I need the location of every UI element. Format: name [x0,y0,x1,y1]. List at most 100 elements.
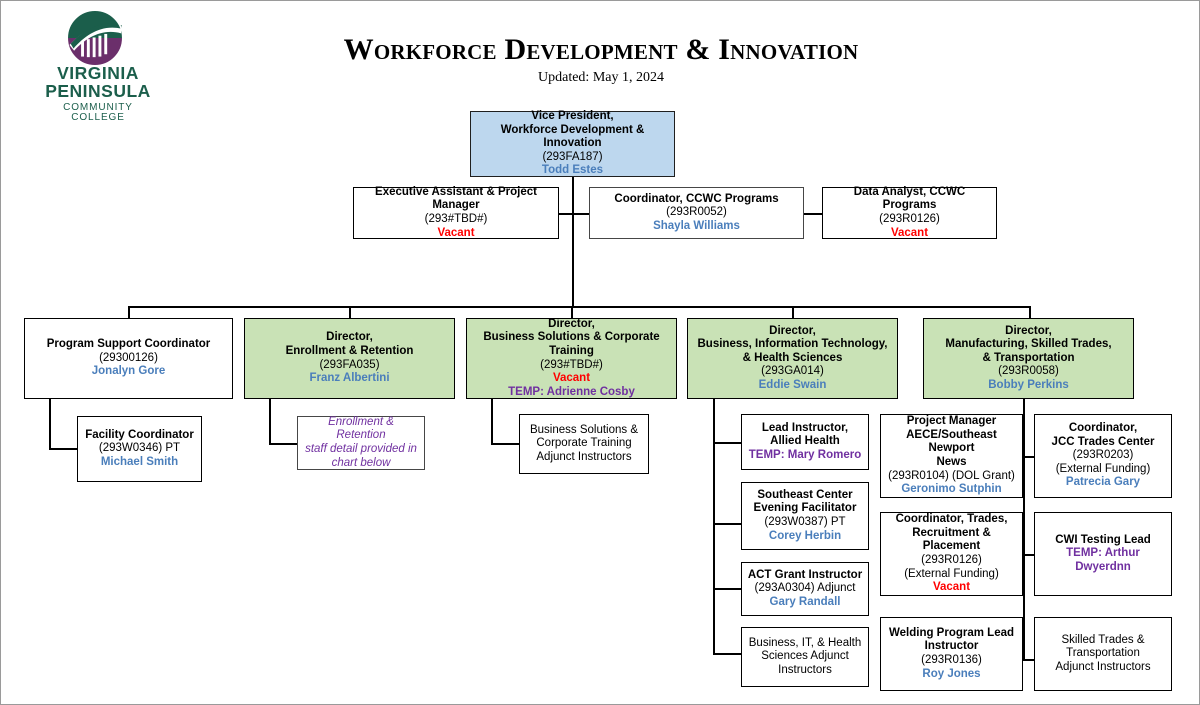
data-analyst-code: (293R0126) [879,213,940,225]
dir-mfg-code: (293R0058) [998,365,1059,378]
node-project-manager-aece[interactable]: Project Manager AECE/Southeast Newport N… [880,414,1023,498]
skilled-adjunct-line-2: Transportation [1066,647,1140,660]
southeast-evening-code: (293W0387) PT [764,516,846,528]
vp-name: Todd Estes [541,164,604,177]
node-director-enrollment-retention[interactable]: Director, Enrollment & Retention (293FA0… [244,318,455,399]
node-director-manufacturing[interactable]: Director, Manufacturing, Skilled Trades,… [923,318,1134,399]
enrollment-note-line-3: chart below [331,456,391,469]
connector-drop-manufacturing [1029,306,1031,318]
connector-stub-bs-adjunct [491,443,519,445]
dir-bit-name: Eddie Swain [758,378,827,391]
node-director-bit-health-sciences[interactable]: Director, Business, Information Technolo… [687,318,898,399]
welding-lead-title-1: Welding Program Lead [888,626,1015,639]
node-executive-assistant[interactable]: Executive Assistant & Project Manager (2… [353,185,559,239]
data-analyst-title: Data Analyst, CCWC Programs [853,185,966,212]
dir-bit-title-3: & Health Sciences [742,351,843,364]
dir-mfg-title-2: Manufacturing, Skilled Trades, [945,338,1112,351]
dir-enrollment-code: (293FA035) [319,358,380,371]
node-program-support-coordinator[interactable]: Program Support Coordinator (29300126) J… [24,318,233,399]
coordinator-trades-title-1: Coordinator, Trades, [895,513,1008,526]
dir-mfg-title-1: Director, [1005,324,1052,337]
node-welding-program-lead[interactable]: Welding Program Lead Instructor (293R013… [880,617,1023,691]
logo-emblem-icon [66,9,124,67]
act-grant-code: (293A0304) Adjunct [754,582,856,595]
bs-adjunct-line-3: Adjunct Instructors [536,450,632,463]
coordinator-jcc-title-1: Coordinator, [1068,422,1138,435]
node-coordinator-ccwc[interactable]: Coordinator, CCWC Programs (293R0052) Sh… [589,187,804,239]
dir-bit-code: (293GA014) [761,365,824,378]
project-manager-code: (293R0104) (DOL Grant) [888,469,1015,482]
facility-coordinator-title: Facility Coordinator [85,428,194,441]
southeast-evening-name: Corey Herbin [768,529,842,542]
node-coordinator-jcc-trades-center[interactable]: Coordinator, JCC Trades Center (293R0203… [1034,414,1172,498]
exec-assistant-title: Executive Assistant & Project Manager [375,185,537,212]
connector-drop-enrollment [349,306,351,318]
coordinator-trades-title-2: Recruitment & Placement [912,526,991,553]
facility-coordinator-code: (293W0346) PT [98,442,181,455]
connector-vp-trunk [572,176,574,308]
connector-spine-bit-health [713,399,715,654]
node-vice-president[interactable]: Vice President, Workforce Development & … [470,110,675,177]
coordinator-jcc-code: (293R0203) [1072,449,1134,462]
act-grant-title: ACT Grant Instructor [747,568,863,581]
node-skilled-trades-adjunct[interactable]: Skilled Trades & Transportation Adjunct … [1034,617,1172,691]
program-support-name: Jonalyn Gore [91,365,166,378]
lead-instructor-title-1: Lead Instructor, [761,421,849,434]
dir-mfg-name: Bobby Perkins [988,378,1069,391]
connector-spine-program-support [49,399,51,449]
node-facility-coordinator[interactable]: Facility Coordinator (293W0346) PT Micha… [77,416,202,482]
bit-adjunct-line-2: Sciences Adjunct [761,650,849,663]
node-coordinator-trades-recruitment[interactable]: Coordinator, Trades, Recruitment & Place… [880,512,1023,596]
cwi-testing-temp: TEMP: Arthur Dwyerdnn [1066,547,1140,573]
connector-stub-bit-adjunct [713,653,741,655]
bit-adjunct-line-3: Instructors [778,663,832,676]
node-director-business-solutions[interactable]: Director, Business Solutions & Corporate… [466,318,677,399]
coordinator-trades-status: Vacant [932,581,971,594]
program-support-code: (29300126) [99,351,158,364]
project-manager-title-1: Project Manager [906,415,997,428]
dir-enrollment-name: Franz Albertini [309,372,390,385]
vp-code: (293FA187) [542,150,603,163]
welding-lead-name: Roy Jones [922,667,981,680]
southeast-evening-title-1: Southeast Center [757,488,853,501]
node-enrollment-note[interactable]: Enrollment & Retention staff detail prov… [297,416,425,470]
dir-bs-temp: TEMP: Adrienne Cosby [508,385,635,398]
org-chart-page: VIRGINIA PENINSULA COMMUNITY COLLEGE Wor… [0,0,1200,705]
enrollment-note-line-2: staff detail provided in [305,443,417,455]
skilled-adjunct-line-1: Skilled Trades & [1061,633,1145,646]
node-cwi-testing-lead[interactable]: CWI Testing Lead TEMP: Arthur Dwyerdnn [1034,512,1172,596]
program-support-title: Program Support Coordinator [46,338,211,351]
coordinator-jcc-title-2: JCC Trades Center [1051,435,1155,448]
exec-assistant-code: (293#TBD#) [424,213,488,225]
exec-assistant-status: Vacant [437,226,475,239]
connector-stub-lead-instructor [713,442,741,444]
skilled-adjunct-line-3: Adjunct Instructors [1055,660,1151,673]
coordinator-jcc-funding: (External Funding) [1055,462,1151,475]
dir-enrollment-title-1: Director, [326,331,373,344]
connector-drop-program-support [128,306,130,318]
node-bs-adjunct-instructors[interactable]: Business Solutions & Corporate Training … [519,414,649,474]
coordinator-ccwc-name: Shayla Williams [653,219,740,232]
page-title: Workforce Development & Innovation [343,33,859,66]
dir-bs-status: Vacant [552,372,591,385]
node-data-analyst[interactable]: Data Analyst, CCWC Programs (293R0126) V… [822,185,997,239]
connector-stub-facility-coordinator [49,448,77,450]
node-act-grant-instructor[interactable]: ACT Grant Instructor (293A0304) Adjunct … [741,562,869,616]
bs-adjunct-line-1: Business Solutions & [529,423,639,436]
logo-line-3: COMMUNITY COLLEGE [63,101,133,123]
dir-bs-code: (293#TBD#) [540,358,603,371]
connector-spine-business-solutions [491,399,493,444]
connector-drop-business-solutions [571,306,573,318]
node-southeast-evening-facilitator[interactable]: Southeast Center Evening Facilitator (29… [741,482,869,550]
node-lead-instructor-allied-health[interactable]: Lead Instructor, Allied Health TEMP: Mar… [741,414,869,470]
act-grant-name: Gary Randall [769,595,841,608]
college-logo: VIRGINIA PENINSULA COMMUNITY COLLEGE [39,9,157,123]
node-bit-adjunct-instructors[interactable]: Business, IT, & Health Sciences Adjunct … [741,627,869,687]
connector-data-analyst [804,213,823,215]
welding-lead-title-2: Instructor [924,640,979,653]
dir-mfg-title-3: & Transportation [982,351,1075,364]
dir-bs-title-2: Business Solutions & Corporate Training [483,331,660,357]
coordinator-jcc-name: Patrecia Gary [1065,476,1141,489]
coordinator-trades-code: (293R0126) [921,554,982,566]
connector-stub-enrollment-note [269,443,297,445]
